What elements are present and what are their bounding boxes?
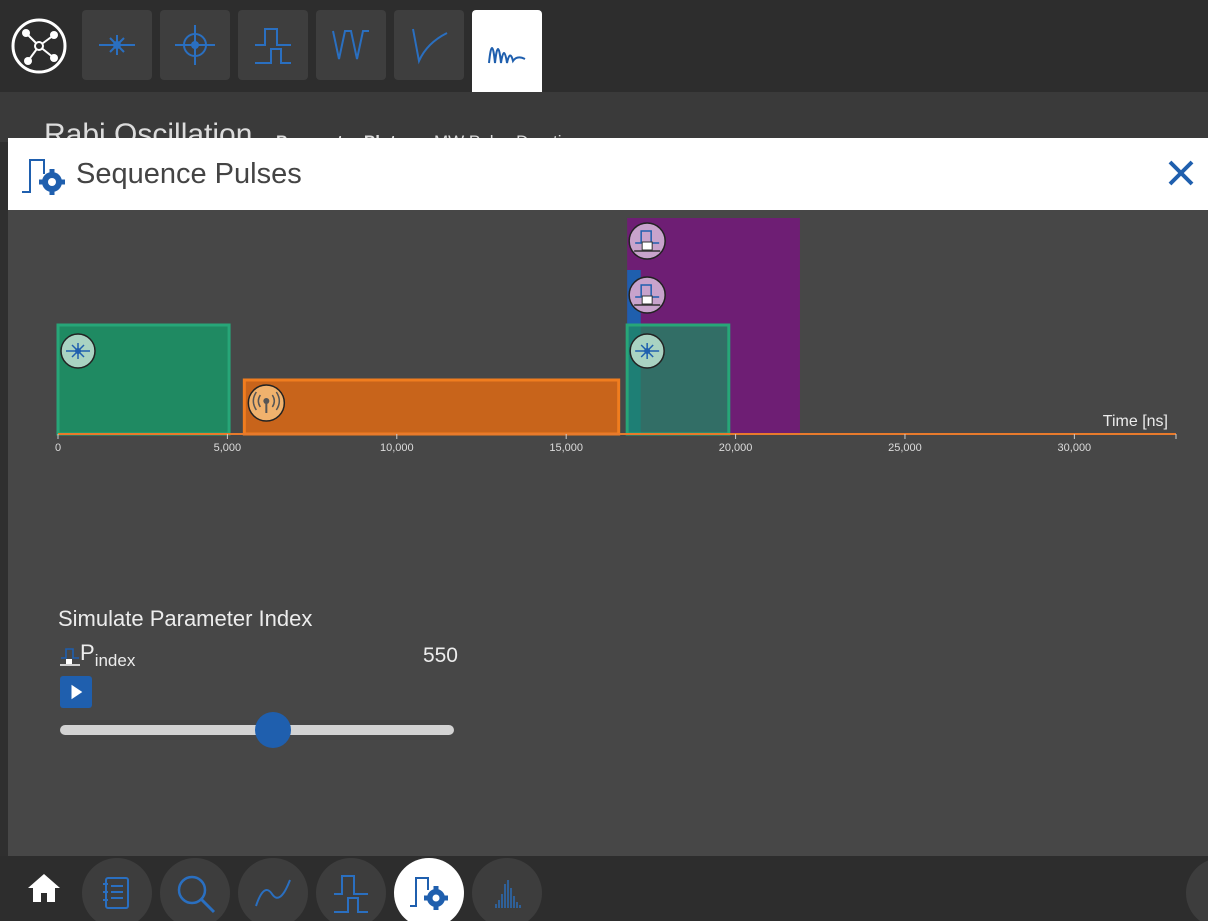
pulse-index-icon [60, 648, 80, 666]
more-button[interactable] [1186, 858, 1208, 921]
dialog-title: Sequence Pulses [76, 158, 302, 190]
parameter-subscript: index [94, 651, 136, 670]
x-tick-label: 20,000 [719, 442, 753, 454]
notebook-icon [103, 877, 129, 909]
pulse-timeline-chart: 0 5,000 10,000 15,000 20,000 25,000 30,000 Time… [55, 218, 1177, 454]
sequence-pulses-dialog: Sequence Pulses 0 5,000 10,000 15,000 20,000… [8, 138, 1208, 856]
pulse-microwave [242, 378, 621, 436]
waveform-icon [255, 879, 291, 907]
oscillation-icon [488, 47, 526, 64]
nv-center-logo-icon[interactable] [10, 17, 68, 75]
x-tick-label: 10,000 [380, 442, 414, 454]
histogram-button[interactable] [472, 858, 542, 921]
top-toolbar [0, 0, 1208, 92]
parameter-index-slider[interactable] [60, 712, 454, 748]
play-icon [71, 684, 83, 700]
pulse-icon [334, 875, 368, 913]
signal-button[interactable] [238, 858, 308, 921]
counter-icon [628, 276, 666, 314]
sequence-gear-icon [22, 159, 65, 195]
crosshair-icon [175, 25, 215, 65]
pulse-tab[interactable] [238, 10, 308, 80]
x-tick-label: 25,000 [888, 442, 922, 454]
crosshair-tab[interactable] [160, 10, 230, 80]
microwave-icon [247, 384, 286, 422]
x-axis-label: Time [ns] [1103, 413, 1168, 430]
odmr-tab[interactable] [316, 10, 386, 80]
decay-icon [412, 28, 448, 65]
x-tick-label: 0 [55, 442, 61, 454]
sequence-button[interactable] [394, 858, 464, 921]
bottom-navigation [0, 856, 1208, 921]
pulse-button[interactable] [316, 858, 386, 921]
search-icon [177, 875, 216, 914]
parameter-symbol: P [80, 640, 95, 665]
laser-icon [60, 333, 96, 369]
notebook-button[interactable] [82, 858, 152, 921]
parameter-index-label: Pindex [80, 640, 135, 671]
home-icon[interactable] [24, 868, 64, 908]
parameter-index-value: 550 [422, 644, 458, 667]
rabi-tab[interactable] [472, 10, 542, 92]
decay-tab[interactable] [394, 10, 464, 80]
close-icon[interactable] [1166, 158, 1196, 188]
x-tick-label: 15,000 [549, 442, 583, 454]
simulate-title: Simulate Parameter Index [58, 606, 313, 631]
laser-icon [629, 333, 665, 369]
histogram-icon [495, 880, 521, 908]
x-tick-label: 5,000 [214, 442, 242, 454]
pulse-icon [255, 28, 291, 64]
laser-icon [99, 35, 135, 55]
slider-thumb[interactable] [254, 712, 291, 748]
search-button[interactable] [160, 858, 230, 921]
odmr-dip-icon [332, 30, 369, 60]
background-page-header: Rabi Oscillation Parameter Plot MW Pulse… [0, 92, 1208, 142]
play-button[interactable] [60, 676, 92, 708]
counter-icon [628, 222, 666, 260]
sequence-gear-icon [410, 877, 448, 910]
laser-tab[interactable] [82, 10, 152, 80]
x-tick-label: 30,000 [1058, 442, 1092, 454]
dialog-header: Sequence Pulses [8, 138, 1208, 210]
